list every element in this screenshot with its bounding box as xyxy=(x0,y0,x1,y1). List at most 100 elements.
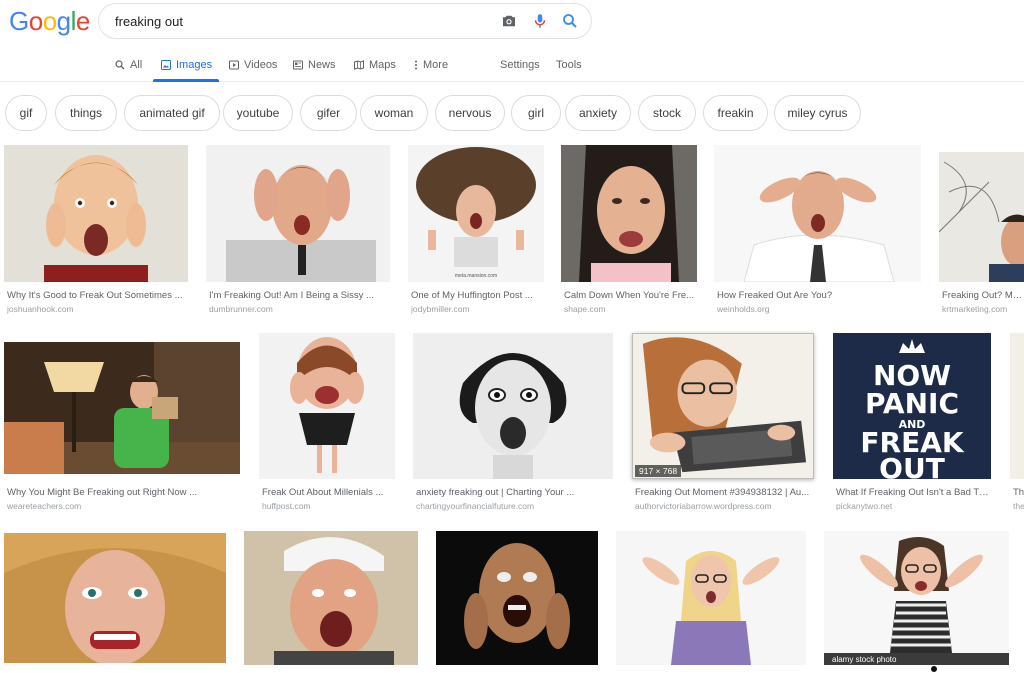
search-tabs: All Images Videos News Maps More Setting… xyxy=(0,50,1024,82)
result-thumbnail[interactable] xyxy=(413,333,613,479)
settings-label: Settings xyxy=(500,59,540,71)
result-caption[interactable]: Why It's Good to Freak Out Sometimes ... xyxy=(7,290,187,301)
result-thumbnail[interactable] xyxy=(436,531,598,665)
result-domain: chartingyourfinancialfuture.com xyxy=(416,501,535,511)
poster-line: PANIC xyxy=(864,387,960,420)
image-result[interactable]: Freak Out About Millenials ... huffpost.… xyxy=(259,333,395,515)
image-result[interactable]: How Freaked Out Are You? weinholds.org xyxy=(714,145,921,315)
result-thumbnail[interactable]: alamy stock photo xyxy=(824,531,1009,665)
result-thumbnail[interactable]: meta.mansion.com xyxy=(408,145,544,282)
image-result[interactable]: Freaking Out? Mana krtmarketing.com xyxy=(939,145,1024,315)
watermark-text: meta.mansion.com xyxy=(454,273,498,279)
image-result[interactable]: Why It's Good to Freak Out Sometimes ...… xyxy=(4,145,188,315)
result-thumbnail[interactable] xyxy=(244,531,418,665)
result-caption[interactable]: How Freaked Out Are You? xyxy=(717,290,920,301)
image-result[interactable]: Th the xyxy=(1010,333,1024,515)
result-thumbnail[interactable] xyxy=(4,342,240,474)
image-result[interactable]: anxiety freaking out | Charting Your ...… xyxy=(413,333,613,515)
poster-line: OUT xyxy=(879,452,945,480)
search-box[interactable]: freaking out xyxy=(98,3,592,39)
result-caption[interactable]: anxiety freaking out | Charting Your ... xyxy=(416,487,612,498)
result-caption[interactable]: I'm Freaking Out! Am I Being a Sissy ... xyxy=(209,290,389,301)
chip[interactable]: nervous xyxy=(435,95,505,131)
image-dimensions: 917 × 768 xyxy=(635,465,682,477)
result-domain: the xyxy=(1013,501,1024,511)
tab-label: News xyxy=(308,59,336,71)
result-thumbnail[interactable] xyxy=(206,145,390,282)
image-result[interactable]: Calm Down When You're Fre... shape.com xyxy=(561,145,697,315)
settings-link[interactable]: Settings xyxy=(500,57,540,73)
image-result[interactable]: 917 × 768 Freaking Out Moment #394938132… xyxy=(632,333,814,515)
result-caption[interactable]: One of My Huffington Post ... xyxy=(411,290,543,301)
result-domain: krtmarketing.com xyxy=(942,304,1008,314)
chip[interactable]: things xyxy=(55,95,117,131)
result-thumbnail[interactable] xyxy=(616,531,806,665)
search-icon[interactable] xyxy=(561,12,581,32)
tab-maps[interactable]: Maps xyxy=(353,57,396,73)
chip[interactable]: girl xyxy=(511,95,561,131)
result-domain: shape.com xyxy=(564,304,606,314)
tab-label: More xyxy=(423,59,449,71)
tab-all[interactable]: All xyxy=(114,57,142,73)
result-domain: dumbrunner.com xyxy=(209,304,273,314)
logo-letter: G xyxy=(9,6,29,36)
tab-videos[interactable]: Videos xyxy=(228,57,277,73)
image-result[interactable] xyxy=(4,533,226,663)
image-result[interactable]: Why You Might Be Freaking out Right Now … xyxy=(4,340,240,515)
result-thumbnail[interactable]: NOW PANIC AND FREAK OUT xyxy=(833,333,991,479)
result-caption[interactable]: Freak Out About Millenials ... xyxy=(262,487,394,498)
result-caption[interactable]: Why You Might Be Freaking out Right Now … xyxy=(7,487,239,498)
result-caption[interactable]: Freaking Out? Mana xyxy=(942,290,1024,301)
image-result[interactable] xyxy=(436,531,598,665)
image-result[interactable] xyxy=(616,531,806,665)
tools-link[interactable]: Tools xyxy=(556,57,582,73)
result-domain: weinholds.org xyxy=(717,304,770,314)
logo-letter: e xyxy=(75,6,90,36)
result-thumbnail[interactable] xyxy=(4,145,188,282)
result-domain: joshuanhook.com xyxy=(7,304,74,314)
chip[interactable]: gifer xyxy=(300,95,357,131)
image-result[interactable] xyxy=(244,531,418,665)
google-logo[interactable]: Google xyxy=(9,6,90,37)
search-query[interactable]: freaking out xyxy=(115,14,183,29)
image-result[interactable]: NOW PANIC AND FREAK OUT What If Freaking… xyxy=(833,333,991,515)
chip[interactable]: freakin xyxy=(703,95,768,131)
camera-icon[interactable] xyxy=(500,12,520,32)
chip[interactable]: stock xyxy=(638,95,696,131)
result-thumbnail[interactable] xyxy=(259,333,395,479)
chip[interactable]: gif xyxy=(5,95,47,131)
image-result[interactable]: I'm Freaking Out! Am I Being a Sissy ...… xyxy=(206,145,390,315)
result-caption[interactable]: Freaking Out Moment #394938132 | Au... xyxy=(635,487,813,498)
tools-label: Tools xyxy=(556,59,582,71)
chip[interactable]: animated gif xyxy=(124,95,220,131)
image-result[interactable]: alamy stock photo xyxy=(824,531,1009,665)
chip[interactable]: woman xyxy=(360,95,428,131)
newspaper-icon xyxy=(293,60,303,70)
tab-images[interactable]: Images xyxy=(160,57,212,73)
tab-more[interactable]: More xyxy=(413,57,448,73)
tab-label: Videos xyxy=(244,59,278,71)
result-caption[interactable]: Th xyxy=(1013,487,1024,498)
result-thumbnail[interactable] xyxy=(939,152,1024,282)
result-domain: huffpost.com xyxy=(262,501,311,511)
google-image-search-page: Google freaking out All Images Videos Ne… xyxy=(0,0,1024,673)
result-thumbnail[interactable] xyxy=(561,145,697,282)
microphone-icon[interactable] xyxy=(531,12,551,32)
more-vert-icon xyxy=(415,60,417,70)
image-result[interactable]: meta.mansion.com One of My Huffington Po… xyxy=(408,145,544,315)
result-caption[interactable]: What If Freaking Out Isn't a Bad Th... xyxy=(836,487,990,498)
chip[interactable]: miley cyrus xyxy=(774,95,861,131)
map-icon xyxy=(354,60,364,70)
result-thumbnail[interactable] xyxy=(4,533,226,663)
tab-label: Images xyxy=(176,59,213,71)
result-thumbnail[interactable]: 917 × 768 xyxy=(632,333,814,479)
poster-line: NOW xyxy=(872,359,952,392)
chip[interactable]: youtube xyxy=(223,95,293,131)
result-caption[interactable]: Calm Down When You're Fre... xyxy=(564,290,696,301)
chip[interactable]: anxiety xyxy=(565,95,631,131)
result-thumbnail[interactable] xyxy=(1010,333,1024,479)
result-domain: jodybmiller.com xyxy=(411,304,470,314)
tab-news[interactable]: News xyxy=(292,57,336,73)
image-icon xyxy=(161,60,171,70)
result-thumbnail[interactable] xyxy=(714,145,921,282)
